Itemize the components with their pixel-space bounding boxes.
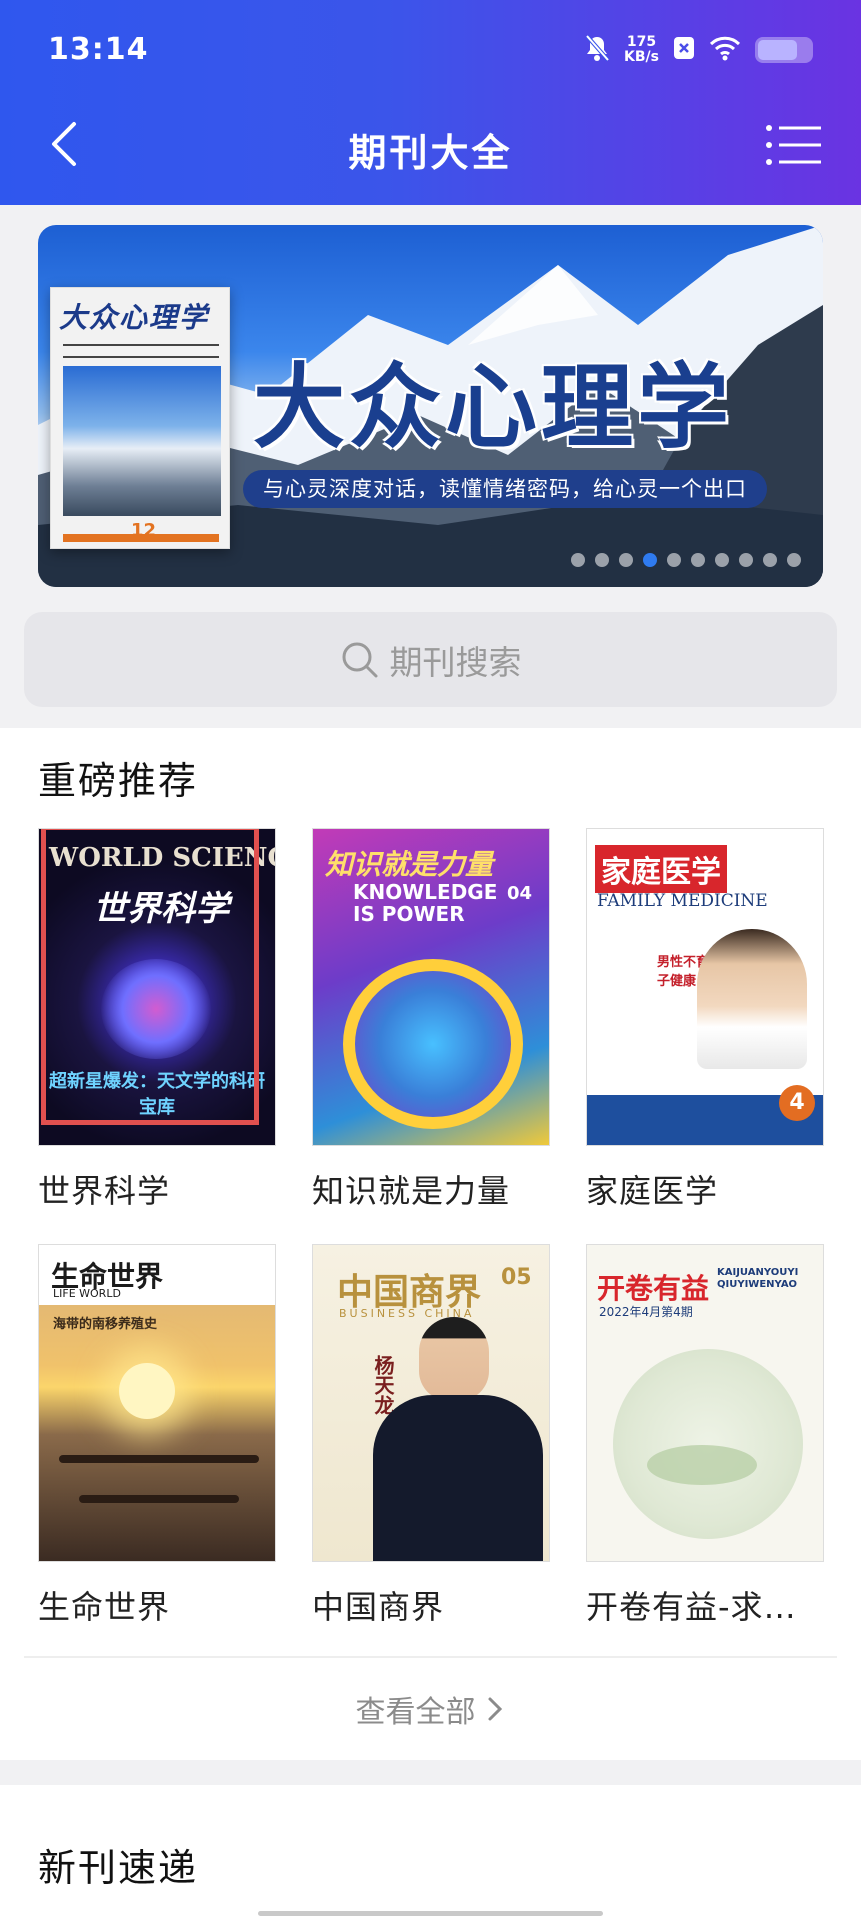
carousel-dot[interactable] <box>715 553 729 567</box>
net-speed-value: 175 <box>626 34 657 50</box>
cover-boat <box>79 1495 239 1503</box>
search-bar[interactable]: 期刊搜索 <box>24 612 837 707</box>
carousel-dot[interactable] <box>595 553 609 567</box>
wifi-icon <box>709 35 741 65</box>
chevron-right-icon <box>488 1697 502 1721</box>
carousel-dot[interactable] <box>763 553 777 567</box>
cover-illustration <box>343 959 523 1129</box>
cover-subtitle: LIFE WORLD <box>53 1287 121 1300</box>
battery-icon <box>755 37 813 63</box>
magazine-name[interactable]: 家庭医学 <box>586 1166 826 1212</box>
magazine-cover[interactable]: 开卷有益 KAIJUANYOUYI QIUYIWENYAO 2022年4月第4期 <box>586 1244 824 1562</box>
cover-subtitle: KNOWLEDGE IS POWER <box>353 880 498 926</box>
new-issues-title: 新刊速递 <box>38 1846 199 1890</box>
list-menu-icon <box>766 125 821 165</box>
cover-portrait <box>697 929 807 1069</box>
cover-portrait-body <box>373 1395 543 1561</box>
magazine-item[interactable]: 开卷有益 KAIJUANYOUYI QIUYIWENYAO 2022年4月第4期… <box>586 1244 826 1628</box>
home-indicator[interactable] <box>258 1911 603 1916</box>
close-box-icon <box>673 36 695 64</box>
magazine-item[interactable]: 家庭医学 FAMILY MEDICINE 男性不育之精子健康 4 家庭医学 <box>586 828 826 1212</box>
magazine-cover[interactable]: 中国商界 BUSINESS CHINA 05 杨天龙 <box>312 1244 550 1562</box>
app-header: 13:14 175 KB/s 期刊大全 <box>0 0 861 205</box>
view-all-label: 查看全部 <box>355 1695 476 1730</box>
net-speed-unit: KB/s <box>624 49 659 65</box>
cover-portrait-head <box>419 1317 489 1401</box>
status-bar: 13:14 175 KB/s <box>0 0 861 100</box>
carousel-dot[interactable] <box>667 553 681 567</box>
cover-caption: 海带的南移养殖史 <box>53 1317 158 1332</box>
cover-caption: 杨天龙 <box>371 1355 395 1415</box>
banner-title: 大众心理学 <box>253 354 734 461</box>
nav-bar: 期刊大全 <box>0 110 861 180</box>
status-icons: 175 KB/s <box>584 30 813 70</box>
magazine-cover[interactable]: 家庭医学 FAMILY MEDICINE 男性不育之精子健康 4 <box>586 828 824 1146</box>
carousel-dot[interactable] <box>619 553 633 567</box>
search-placeholder: 期刊搜索 <box>389 642 522 682</box>
banner-cover-title: 大众心理学 <box>59 301 210 334</box>
cover-issue: 4 <box>779 1085 815 1121</box>
magazine-name[interactable]: 生命世界 <box>38 1582 278 1628</box>
cover-boat <box>59 1455 259 1463</box>
magazine-name[interactable]: 开卷有益-求医问药 <box>586 1582 826 1628</box>
banner-subtitle: 与心灵深度对话，读懂情绪密码，给心灵一个出口 <box>243 470 767 508</box>
highlight-frame <box>41 829 259 1125</box>
magazine-name[interactable]: 知识就是力量 <box>312 1166 552 1212</box>
banner-cover-rule <box>63 344 219 358</box>
featured-section: 重磅推荐 WORLD SCIENCE 世界科学 超新星爆发：天文学的科研宝库 世… <box>0 728 861 1760</box>
mute-bell-icon <box>584 34 610 66</box>
status-time: 13:14 <box>48 32 149 67</box>
magazine-item[interactable]: 生命世界 LIFE WORLD 海带的南移养殖史 生命世界 <box>38 1244 278 1628</box>
cover-issue: 05 <box>501 1265 532 1290</box>
featured-title: 重磅推荐 <box>38 759 199 803</box>
search-icon <box>342 642 377 677</box>
magazine-cover[interactable]: 知识就是力量 KNOWLEDGE IS POWER 04 <box>312 828 550 1146</box>
magazine-name[interactable]: 中国商界 <box>312 1582 552 1628</box>
carousel-dot[interactable] <box>571 553 585 567</box>
cover-title: 开卷有益 <box>597 1272 710 1305</box>
battery-fill <box>758 40 797 60</box>
magazine-cover[interactable]: 生命世界 LIFE WORLD 海带的南移养殖史 <box>38 1244 276 1562</box>
carousel-dot[interactable] <box>691 553 705 567</box>
magazine-item[interactable]: WORLD SCIENCE 世界科学 超新星爆发：天文学的科研宝库 世界科学 <box>38 828 278 1212</box>
cover-issue: 04 <box>507 883 533 904</box>
new-issues-section: 新刊速递 <box>0 1785 861 1920</box>
cover-leaf <box>647 1445 757 1485</box>
banner-cover-strip <box>63 534 219 542</box>
carousel-dots[interactable] <box>571 553 801 567</box>
cover-painting <box>613 1349 803 1539</box>
magazine-cover[interactable]: WORLD SCIENCE 世界科学 超新星爆发：天文学的科研宝库 <box>38 828 276 1146</box>
magazine-name[interactable]: 世界科学 <box>38 1166 278 1212</box>
carousel-dot[interactable] <box>643 553 657 567</box>
cover-sun <box>119 1363 175 1419</box>
banner-cover-photo <box>63 366 221 516</box>
page-title: 期刊大全 <box>348 131 513 175</box>
cover-caption: 2022年4月第4期 <box>599 1305 693 1319</box>
menu-button[interactable] <box>763 120 825 170</box>
net-speed: 175 KB/s <box>624 35 659 65</box>
magazine-item[interactable]: 中国商界 BUSINESS CHINA 05 杨天龙 中国商界 <box>312 1244 552 1628</box>
carousel-dot[interactable] <box>739 553 753 567</box>
banner-magazine-cover: 大众心理学 12 <box>50 287 230 549</box>
magazine-item[interactable]: 知识就是力量 KNOWLEDGE IS POWER 04 知识就是力量 <box>312 828 552 1212</box>
carousel-dot[interactable] <box>787 553 801 567</box>
cover-subtitle: KAIJUANYOUYI QIUYIWENYAO <box>717 1267 799 1290</box>
promo-banner[interactable]: 大众心理学 12 大众心理学 与心灵深度对话，读懂情绪密码，给心灵一个出口 <box>38 225 823 587</box>
view-all-button[interactable]: 查看全部 <box>24 1656 837 1760</box>
cover-title: 知识就是力量 <box>325 848 494 881</box>
cover-title: 家庭医学 <box>595 845 727 893</box>
cover-subtitle: FAMILY MEDICINE <box>597 891 768 911</box>
